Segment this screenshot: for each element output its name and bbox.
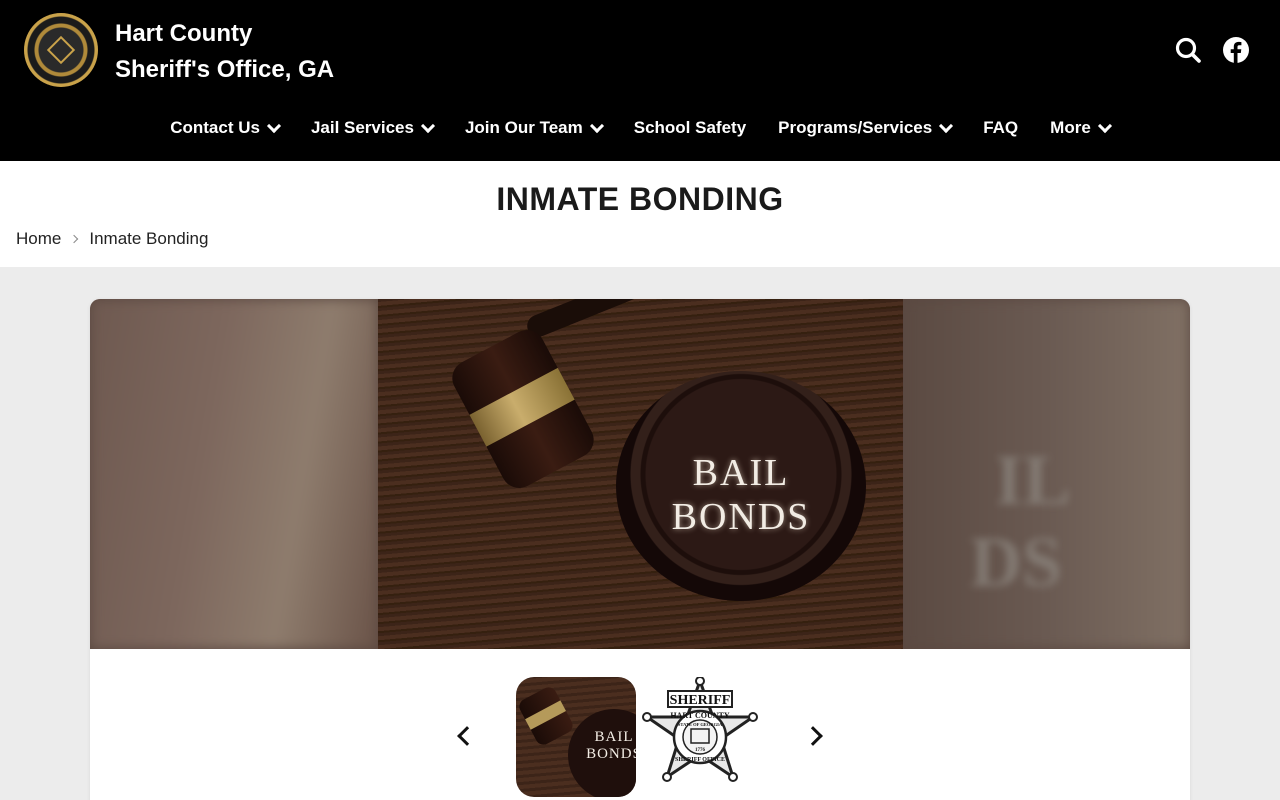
- nav-label: FAQ: [983, 118, 1019, 137]
- nav-jail-services[interactable]: Jail Services: [295, 118, 449, 138]
- badge-bottom-text: SHERIFF OFFICE: [675, 757, 725, 763]
- gavel-handle: [523, 299, 774, 341]
- nav-contact-us[interactable]: Contact Us: [154, 118, 295, 138]
- nav-label: Contact Us: [170, 118, 260, 137]
- nav-join-our-team[interactable]: Join Our Team: [449, 118, 618, 138]
- facebook-icon[interactable]: [1222, 36, 1250, 64]
- nav-school-safety[interactable]: School Safety: [618, 118, 762, 138]
- gavel-band: [525, 700, 567, 730]
- chevron-down-icon: [420, 118, 436, 133]
- sheriff-badge-icon: SHERIFF HART COUNTY STATE OF GEORGIA 177…: [642, 677, 758, 782]
- thumbnail-sheriff-badge[interactable]: SHERIFF HART COUNTY STATE OF GEORGIA 177…: [640, 677, 760, 797]
- bail-bonds-line2: BONDS: [671, 496, 811, 538]
- thumbnail-bail-bonds[interactable]: BAIL BONDS: [516, 677, 636, 797]
- site-title-line1: Hart County: [115, 20, 253, 47]
- nav-label: More: [1050, 118, 1091, 137]
- seal-emblem: [46, 35, 76, 65]
- gavel-icon: [516, 684, 576, 748]
- sheriff-seal-logo[interactable]: [24, 13, 98, 87]
- site-header: Hart County Sheriff's Office, GA Contact…: [0, 0, 1280, 161]
- site-title[interactable]: Hart County Sheriff's Office, GA: [115, 16, 334, 88]
- page-title: INMATE BONDING: [496, 181, 784, 217]
- nav-label: School Safety: [633, 118, 747, 137]
- main-nav: Contact Us Jail Services Join Our Team S…: [0, 118, 1280, 138]
- badge-title: SHERIFF: [670, 693, 731, 708]
- nav-label: Join Our Team: [464, 118, 583, 137]
- search-icon[interactable]: [1174, 36, 1202, 64]
- bail-bonds-line1: BAIL: [692, 452, 790, 494]
- image-gallery-card: IL DS BAIL BONDS BAIL BOND SHERIFF HART …: [90, 299, 1190, 800]
- thumbnail-text-line2: BONDS: [586, 746, 636, 762]
- breadcrumb-home-link[interactable]: Home: [16, 229, 61, 249]
- page-title-bar: INMATE BONDING Home Inmate Bonding: [0, 161, 1280, 267]
- chevron-left-icon[interactable]: [457, 726, 477, 746]
- site-title-line2: Sheriff's Office, GA: [115, 56, 335, 83]
- chevron-down-icon: [589, 118, 604, 133]
- gallery-main-image[interactable]: IL DS BAIL BONDS: [90, 299, 1190, 649]
- nav-programs-services[interactable]: Programs/Services: [762, 118, 967, 138]
- breadcrumb-current: Inmate Bonding: [89, 229, 209, 248]
- chevron-down-icon: [266, 118, 282, 133]
- thumbnail-text: BAIL BONDS: [572, 729, 636, 763]
- thumbnail-text-line1: BAIL: [594, 729, 634, 745]
- nav-label: Programs/Services: [778, 118, 933, 137]
- gavel-band: [469, 367, 575, 447]
- breadcrumb: Home Inmate Bonding: [16, 229, 208, 249]
- gallery-thumbnails: BAIL BONDS SHERIFF HART COUNTY STATE OF …: [90, 649, 1190, 800]
- badge-center-text: STATE OF GEORGIA: [678, 722, 723, 727]
- sound-block: BAIL BONDS: [616, 371, 866, 601]
- chevron-right-icon: [70, 234, 79, 244]
- chevron-down-icon: [1097, 118, 1112, 133]
- chevron-down-icon: [939, 118, 954, 133]
- badge-ring-text: HART COUNTY: [670, 711, 730, 720]
- chevron-right-icon[interactable]: [803, 726, 823, 746]
- bail-bonds-image: BAIL BONDS: [378, 299, 903, 649]
- nav-more[interactable]: More: [1034, 118, 1126, 138]
- badge-year: 1776: [695, 748, 706, 753]
- gavel-icon: [445, 323, 601, 495]
- nav-label: Jail Services: [310, 118, 414, 137]
- bail-bonds-text: BAIL BONDS: [616, 451, 866, 539]
- blurred-text-line2: DS: [970, 522, 1063, 602]
- blurred-text-line1: IL: [995, 440, 1072, 520]
- blurred-background-left: [90, 299, 378, 649]
- nav-faq[interactable]: FAQ: [967, 118, 1034, 138]
